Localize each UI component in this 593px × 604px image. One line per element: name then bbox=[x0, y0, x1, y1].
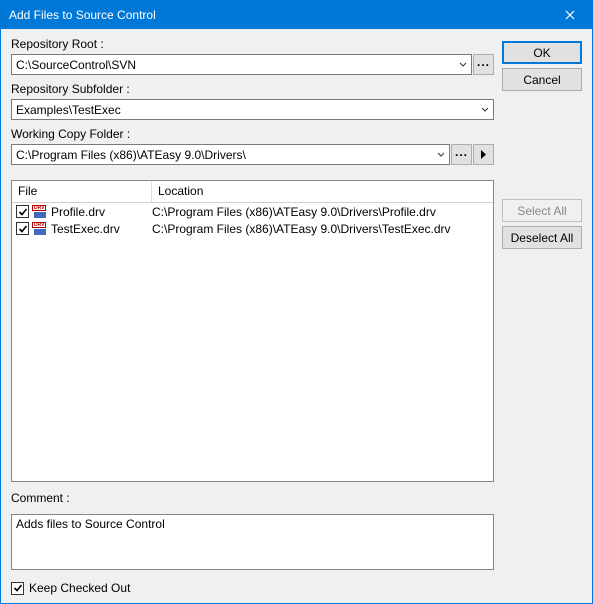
col-header-location[interactable]: Location bbox=[152, 181, 493, 202]
repo-root-browse-button[interactable]: ... bbox=[473, 54, 494, 75]
file-list-panel: File Location Profile.drv C:\Program File… bbox=[11, 180, 494, 482]
chevron-down-icon[interactable] bbox=[476, 100, 493, 119]
driver-file-icon bbox=[32, 222, 48, 236]
keep-checked-out-label: Keep Checked Out bbox=[29, 581, 130, 595]
repo-subfolder-label: Repository Subfolder : bbox=[11, 82, 494, 96]
play-icon bbox=[480, 150, 487, 159]
working-copy-browse-button[interactable]: ... bbox=[451, 144, 472, 165]
working-copy-go-button[interactable] bbox=[473, 144, 494, 165]
table-row[interactable]: Profile.drv C:\Program Files (x86)\ATEasy… bbox=[12, 203, 493, 220]
file-location: C:\Program Files (x86)\ATEasy 9.0\Driver… bbox=[152, 205, 489, 219]
titlebar[interactable]: Add Files to Source Control bbox=[1, 1, 592, 29]
close-icon bbox=[565, 10, 575, 20]
repo-subfolder-combo[interactable]: Examples\TestExec bbox=[11, 99, 494, 120]
working-copy-label: Working Copy Folder : bbox=[11, 127, 494, 141]
window-title: Add Files to Source Control bbox=[9, 8, 547, 22]
comment-label: Comment : bbox=[11, 491, 494, 505]
chevron-down-icon[interactable] bbox=[432, 145, 449, 164]
ok-button[interactable]: OK bbox=[502, 41, 582, 64]
dialog-window: Add Files to Source Control Repository R… bbox=[0, 0, 593, 604]
file-name: TestExec.drv bbox=[51, 222, 120, 236]
file-location: C:\Program Files (x86)\ATEasy 9.0\Driver… bbox=[152, 222, 489, 236]
repo-subfolder-value: Examples\TestExec bbox=[12, 103, 476, 117]
table-row[interactable]: TestExec.drv C:\Program Files (x86)\ATEas… bbox=[12, 220, 493, 237]
cancel-button[interactable]: Cancel bbox=[502, 68, 582, 91]
driver-file-icon bbox=[32, 205, 48, 219]
keep-checked-out-checkbox[interactable] bbox=[11, 582, 24, 595]
deselect-all-button[interactable]: Deselect All bbox=[502, 226, 582, 249]
row-checkbox[interactable] bbox=[16, 205, 29, 218]
file-name: Profile.drv bbox=[51, 205, 105, 219]
chevron-down-icon[interactable] bbox=[454, 55, 471, 74]
working-copy-value: C:\Program Files (x86)\ATEasy 9.0\Driver… bbox=[12, 148, 432, 162]
repo-root-combo[interactable]: C:\SourceControl\SVN bbox=[11, 54, 472, 75]
repo-root-value: C:\SourceControl\SVN bbox=[12, 58, 454, 72]
file-list-body[interactable]: Profile.drv C:\Program Files (x86)\ATEasy… bbox=[12, 203, 493, 481]
row-checkbox[interactable] bbox=[16, 222, 29, 235]
comment-textarea[interactable] bbox=[11, 514, 494, 570]
repo-root-label: Repository Root : bbox=[11, 37, 494, 51]
file-list-header: File Location bbox=[12, 181, 493, 203]
select-all-button[interactable]: Select All bbox=[502, 199, 582, 222]
close-button[interactable] bbox=[547, 1, 592, 29]
working-copy-combo[interactable]: C:\Program Files (x86)\ATEasy 9.0\Driver… bbox=[11, 144, 450, 165]
col-header-file[interactable]: File bbox=[12, 181, 152, 202]
